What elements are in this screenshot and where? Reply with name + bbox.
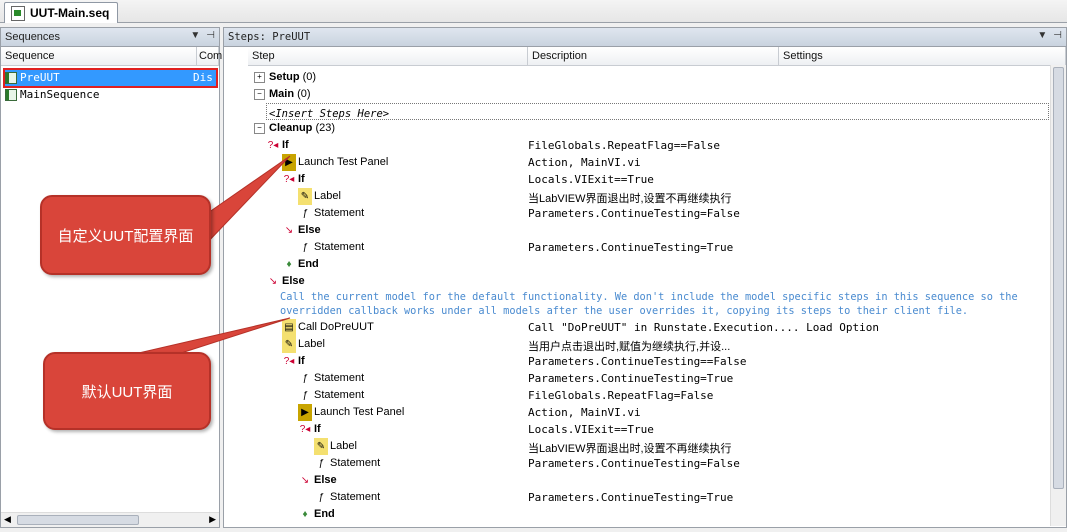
callout-text: 自定义UUT配置界面: [57, 227, 194, 245]
callout-pointer: [129, 317, 291, 356]
callout-custom-uut: 自定义UUT配置界面: [40, 195, 211, 275]
callout-text: 默认UUT界面: [81, 383, 173, 401]
callout-pointer: [204, 155, 291, 247]
callout-default-uut: 默认UUT界面: [43, 352, 211, 430]
